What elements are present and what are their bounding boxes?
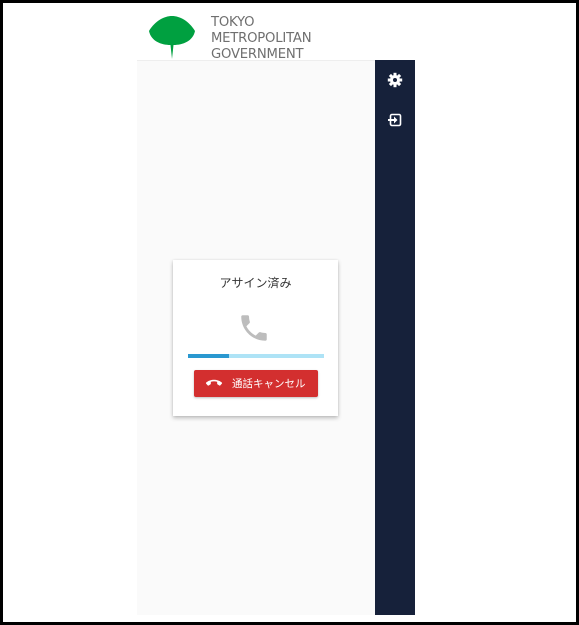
call-progress-fill [188, 354, 229, 358]
app-container: TOKYO METROPOLITAN GOVERNMENT アサイン済み 通話キ… [137, 14, 415, 615]
logo-line-2: METROPOLITAN [211, 31, 312, 46]
logout-button[interactable] [387, 112, 403, 128]
sidebar [375, 60, 415, 615]
logout-icon [388, 113, 402, 127]
ginkgo-leaf-logo [149, 16, 195, 59]
gear-icon [387, 72, 403, 88]
header: TOKYO METROPOLITAN GOVERNMENT [137, 14, 415, 63]
logo-text: TOKYO METROPOLITAN GOVERNMENT [211, 15, 411, 63]
hangup-phone-icon [205, 379, 223, 386]
call-progress-bar [188, 354, 324, 358]
cancel-call-button[interactable]: 通話キャンセル [194, 370, 318, 397]
settings-button[interactable] [387, 72, 403, 88]
cancel-call-label: 通話キャンセル [232, 378, 306, 390]
call-status-card: アサイン済み 通話キャンセル [173, 260, 338, 416]
phone-icon [241, 315, 267, 341]
logo-line-1: TOKYO [211, 15, 255, 30]
call-status-text: アサイン済み [219, 276, 292, 290]
